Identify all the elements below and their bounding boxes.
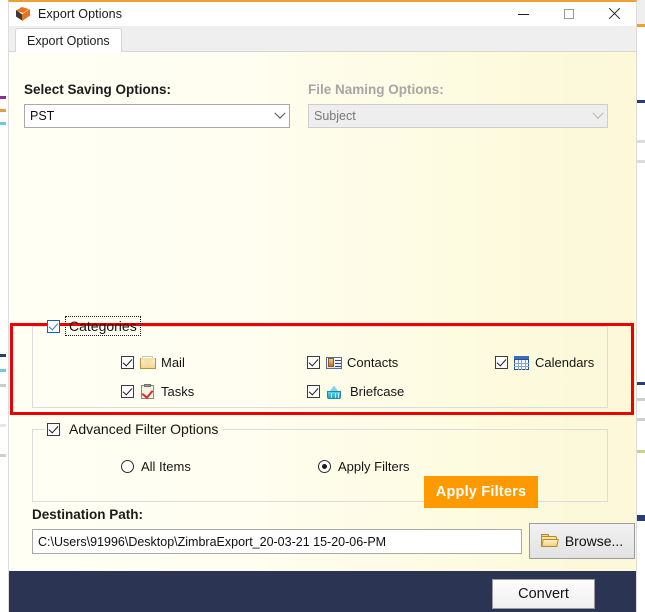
chevron-down-icon [270,107,289,120]
calendars-checkbox[interactable] [495,356,508,369]
bg-artifact [0,369,6,372]
all-items-radio[interactable] [121,460,134,473]
advanced-filter-header[interactable]: Advanced Filter Options [45,420,224,438]
briefcase-label: Briefcase [350,384,405,399]
browse-button[interactable]: Browse... [529,523,635,559]
category-calendars[interactable]: Calendars [495,355,594,370]
destination-path-value: C:\Users\91996\Desktop\ZimbraExport_20-0… [38,534,387,549]
background-left-strip [0,24,8,612]
convert-button-label: Convert [518,586,569,602]
advanced-filter-checkbox[interactable] [47,422,60,436]
maximize-icon [563,9,574,19]
bg-artifact [637,0,645,24]
saving-options-value: PST [30,109,55,123]
radio-all-items[interactable]: All Items [121,459,191,474]
window-controls [501,2,636,26]
apply-filters-radio-label: Apply Filters [338,459,410,474]
export-options-window: Export Options Export Options Select Sav… [8,0,637,612]
bg-artifact [637,398,645,401]
calendar-grid-icon [514,355,530,370]
apply-filters-button[interactable]: Apply Filters [424,476,538,508]
background-right-strip [637,0,645,612]
title-bar: Export Options [9,2,636,26]
mail-envelope-icon [140,355,156,370]
briefcase-checkbox[interactable] [307,385,320,398]
bg-artifact [637,382,645,385]
folder-open-icon [540,533,559,548]
tasks-clipboard-icon [140,383,156,399]
briefcase-icon [326,385,342,399]
maximize-button[interactable] [546,2,591,26]
category-tasks[interactable]: Tasks [121,383,195,399]
bg-artifact [0,109,6,112]
apply-filters-radio[interactable] [318,460,331,473]
radio-apply-filters[interactable]: Apply Filters [318,459,410,474]
category-briefcase[interactable]: Briefcase [307,384,404,399]
app-cube-icon [15,6,31,22]
categories-title: Categories [65,316,141,336]
bg-artifact [0,424,6,427]
bg-artifact [0,96,6,99]
bg-artifact [0,122,6,125]
advanced-filter-title: Advanced Filter Options [69,421,219,437]
browse-button-label: Browse... [564,533,624,549]
bg-artifact [637,24,645,27]
categories-header[interactable]: Categories [45,316,142,336]
categories-checkbox[interactable] [47,319,60,333]
apply-filters-button-label: Apply Filters [435,484,527,500]
file-naming-options-select[interactable]: Subject [308,104,608,128]
saving-options-select[interactable]: PST [24,104,290,128]
tab-label: Export Options [27,33,110,48]
minimize-button[interactable] [501,2,546,26]
window-title: Export Options [38,7,123,21]
categories-groupbox: Categories Mail Tasks Contacts Briefcase… [32,316,608,408]
minimize-icon [518,13,529,15]
all-items-label: All Items [141,459,191,474]
bg-artifact [0,384,6,387]
tasks-label: Tasks [161,384,195,399]
contacts-card-icon [326,356,342,370]
destination-path-label: Destination Path: [32,507,144,522]
destination-path-input[interactable]: C:\Users\91996\Desktop\ZimbraExport_20-0… [32,529,522,554]
bg-artifact [0,354,6,357]
file-naming-options-label: File Naming Options: [308,82,444,97]
footer-bar: Convert [9,571,636,612]
close-icon [608,8,620,20]
bg-artifact [637,418,645,421]
mail-checkbox[interactable] [121,356,134,369]
bg-artifact [637,515,645,521]
bg-artifact [637,160,645,163]
contacts-label: Contacts [347,355,399,370]
bg-artifact [637,140,645,143]
saving-options-label: Select Saving Options: [24,82,172,97]
contacts-checkbox[interactable] [307,356,320,369]
bg-artifact [0,454,6,457]
tab-strip: Export Options [9,26,636,52]
file-naming-options-value: Subject [314,109,356,123]
chevron-down-icon [588,107,607,120]
bg-artifact [637,450,645,453]
tab-export-options[interactable]: Export Options [15,28,122,52]
convert-button[interactable]: Convert [492,579,595,609]
bg-artifact [637,100,645,103]
category-contacts[interactable]: Contacts [307,355,398,370]
close-button[interactable] [591,2,636,26]
tasks-checkbox[interactable] [121,385,134,398]
mail-label: Mail [161,355,185,370]
category-mail[interactable]: Mail [121,355,185,370]
calendars-label: Calendars [535,355,595,370]
content-panel: Select Saving Options: PST File Naming O… [9,52,636,574]
